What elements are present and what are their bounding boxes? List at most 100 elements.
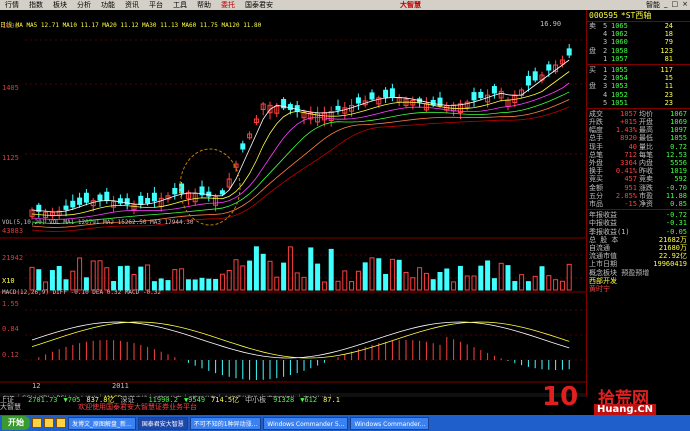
- volume-bar: [485, 260, 491, 291]
- volume-bar: [478, 265, 484, 291]
- quick-launch-icon[interactable]: [32, 418, 42, 428]
- menu-item[interactable]: 委托: [216, 0, 240, 10]
- quote-k2: 量比: [639, 142, 653, 151]
- taskbar-window-button[interactable]: Windows Commander...: [350, 416, 430, 430]
- menu-item[interactable]: 分析: [72, 0, 96, 10]
- menu-item[interactable]: 功能: [96, 0, 120, 10]
- window-control[interactable]: ×: [682, 0, 688, 10]
- quote-v2: 11.88: [665, 191, 687, 200]
- volume-bar: [49, 270, 55, 291]
- finance-row: 自流通 21680万: [587, 244, 690, 252]
- candle-body: [219, 190, 225, 195]
- moving-average-line: [31, 99, 570, 228]
- ticker-value: 中小板: [245, 396, 267, 404]
- volume-bar: [423, 272, 429, 291]
- asks-price: 1057: [611, 54, 628, 63]
- quote-v: +015: [620, 118, 637, 127]
- window-control[interactable]: _: [664, 0, 668, 10]
- menu-item[interactable]: 资讯: [120, 0, 144, 10]
- price-label-low: 1125: [2, 154, 19, 162]
- candle-body: [532, 71, 538, 81]
- menu-item[interactable]: 平台: [144, 0, 168, 10]
- peak-price-label: 16.90: [540, 20, 562, 28]
- asks-lvl: 2: [603, 46, 608, 55]
- x-label-12: 12: [32, 382, 41, 390]
- volume-bar: [267, 260, 273, 291]
- volume-bar: [131, 274, 137, 291]
- taskbar-window-button[interactable]: 国泰君安大智慧: [137, 416, 188, 430]
- volume-bar: [104, 267, 110, 291]
- volume-bar: [206, 278, 212, 291]
- volume-bar: [70, 270, 76, 291]
- bids-price: 1052: [611, 90, 628, 99]
- volume-bar: [179, 268, 185, 291]
- macd-label-high: 1.55: [2, 300, 19, 308]
- ma-indicator-line: 日线 MA MA5 12.71 MA10 11.17 MA20 11.12 MA…: [0, 20, 586, 29]
- start-button[interactable]: 开始: [2, 416, 30, 430]
- finance-row: 上市日期 19960419: [587, 260, 690, 268]
- quote-v2: 1055: [670, 134, 687, 143]
- menu-item[interactable]: 工具: [168, 0, 192, 10]
- volume-bar: [383, 273, 389, 291]
- asks-vol: 18: [664, 30, 673, 39]
- quick-launch-icon[interactable]: [44, 418, 54, 428]
- quote-k: 金额: [589, 183, 603, 192]
- bids-price: 1051: [611, 98, 628, 107]
- volume-bar: [308, 247, 314, 291]
- quote-v: 40: [628, 142, 637, 151]
- finance-stats: 年报收益 -0.72 中报收益 -0.31 季报收益(1) -0.05 总 股 本 21682…: [587, 211, 690, 268]
- volume-bar: [491, 278, 497, 291]
- volume-bar: [559, 280, 565, 291]
- quote-k: 成交: [589, 109, 603, 118]
- quote-k2: 最低: [639, 134, 653, 143]
- quote-v: 8920: [620, 134, 637, 143]
- bids-side: 买: [589, 65, 596, 74]
- quote-k2: 均价: [639, 109, 653, 118]
- taskbar-window-button[interactable]: Windows Commander 5...: [263, 416, 349, 430]
- moving-average-line: [31, 71, 570, 216]
- asks-price: 1065: [611, 22, 628, 30]
- menu-item[interactable]: 国泰君安: [240, 0, 278, 10]
- volume-bar: [185, 279, 191, 291]
- bids-lvl: 1: [603, 65, 608, 74]
- bids-row: 5 1051 23: [587, 99, 690, 107]
- bids-vol: 23: [664, 90, 673, 99]
- quote-k: 市品: [589, 199, 603, 208]
- window-control[interactable]: 智能: [646, 0, 660, 10]
- quote-k: 现手: [589, 142, 603, 151]
- finance-label: 季报收益(1): [589, 227, 630, 236]
- candle-body: [206, 191, 212, 197]
- volume-bar: [437, 271, 443, 291]
- menu-item[interactable]: 行情: [0, 0, 24, 10]
- candle-body: [104, 191, 110, 202]
- quote-v2: 1067: [670, 109, 687, 118]
- volume-bar: [430, 279, 436, 291]
- taskbar-window-button[interactable]: 不可不知的1种异动涨...: [189, 416, 262, 430]
- finance-label: 中报收益: [589, 219, 617, 228]
- asks-vol: 79: [664, 38, 673, 47]
- ticker-value: ▼612: [300, 396, 318, 404]
- menu-item[interactable]: 指数: [24, 0, 48, 10]
- candle-body: [138, 195, 144, 205]
- quote-v2: 1097: [670, 126, 687, 135]
- kline-chart[interactable]: 日线 MA MA5 12.71 MA10 11.17 MA20 11.12 MA…: [0, 10, 586, 403]
- volume-bar: [260, 253, 266, 291]
- taskbar-window-button[interactable]: 发博文_原图解盘_新...: [68, 416, 136, 430]
- quote-k2: 市盈: [639, 191, 653, 200]
- volume-bar: [321, 281, 327, 291]
- candle-body: [389, 88, 395, 98]
- quick-launch-icon[interactable]: [56, 418, 66, 428]
- quote-k: 总笔: [589, 150, 603, 159]
- menu-item[interactable]: 板块: [48, 0, 72, 10]
- finance-label: 总 股 本: [589, 235, 619, 244]
- finance-row: 中报收益 -0.31: [587, 219, 690, 227]
- bids-vol: 11: [664, 82, 673, 91]
- finance-value: -0.05: [665, 227, 687, 236]
- bid-book: 买 1 1055 117 2 1054 15 盘 3 1053 11 4 1052 23 5 1051 23: [587, 66, 690, 107]
- menu-item[interactable]: 帮助: [192, 0, 216, 10]
- taskbar: 开始 发博文_原图解盘_新... 国泰君安大智慧 不可不知的1种异动涨... Wind…: [0, 415, 690, 431]
- window-control[interactable]: □: [672, 0, 679, 10]
- volume-bar: [56, 266, 62, 291]
- macd-label-low: 0.12: [2, 351, 19, 359]
- volume-label-x10: X10: [2, 277, 15, 285]
